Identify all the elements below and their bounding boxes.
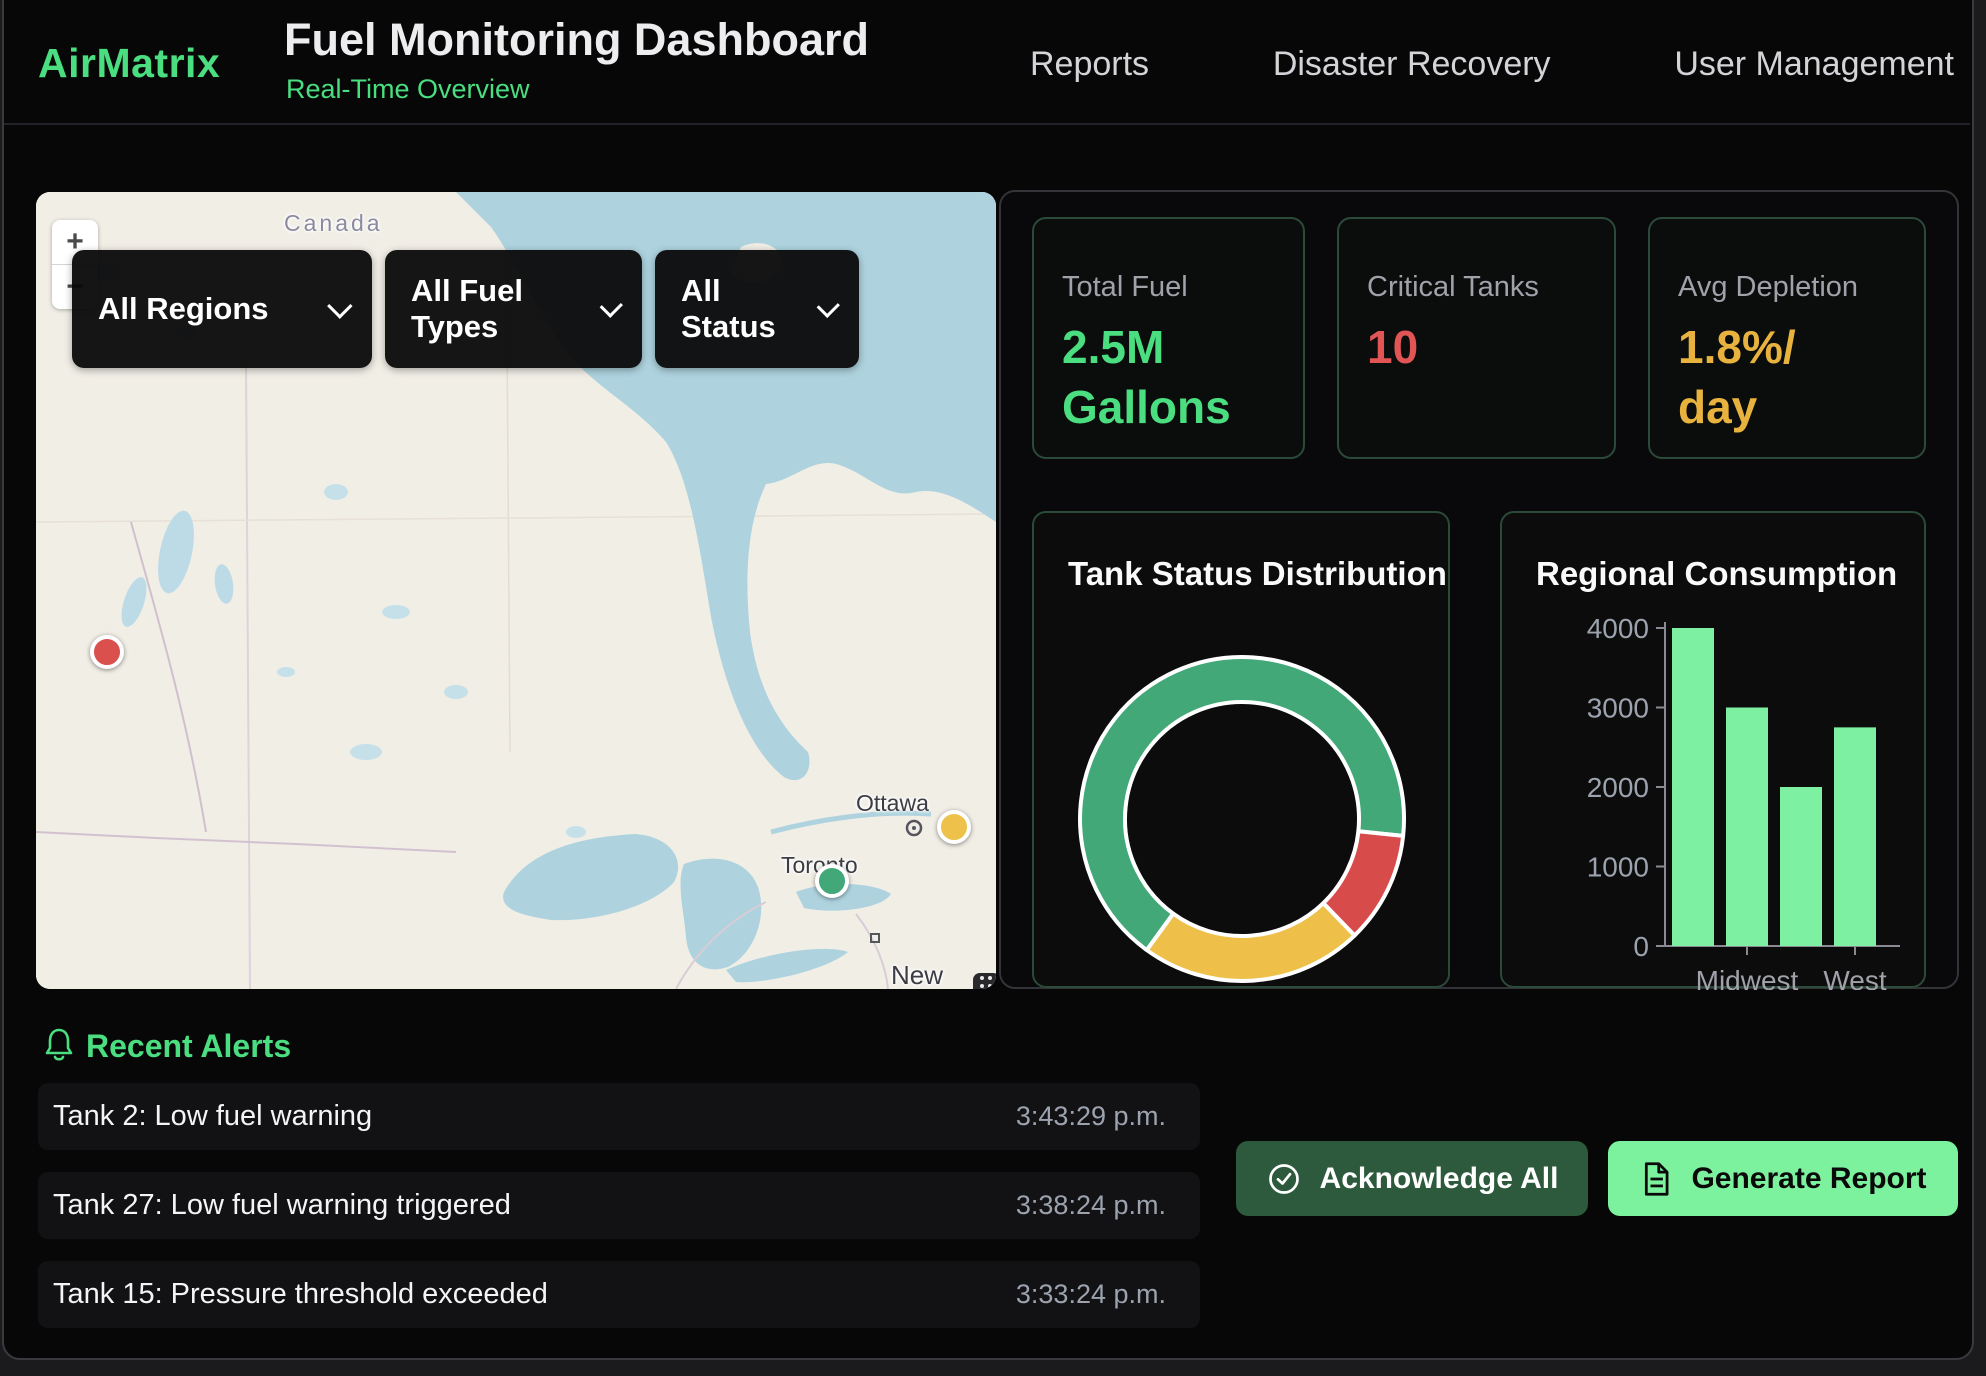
stat-value-total-fuel: 2.5M Gallons [1062,318,1275,438]
bar-series-2 [1780,787,1822,946]
stat-value-avg-depletion: 1.8%/ day [1678,318,1896,438]
nav-item-disaster-recovery[interactable]: Disaster Recovery [1273,45,1551,84]
alert-timestamp: 3:38:24 p.m. [1016,1190,1166,1221]
donut-slice-warning [1147,903,1355,981]
acknowledge-all-button[interactable]: Acknowledge All [1236,1141,1588,1216]
bar-series-0 [1672,628,1714,946]
acknowledge-all-label: Acknowledge All [1320,1162,1559,1196]
nav-item-user-management[interactable]: User Management [1674,45,1954,84]
alert-timestamp: 3:43:29 p.m. [1016,1101,1166,1132]
alert-timestamp: 3:33:24 p.m. [1016,1279,1166,1310]
generate-report-label: Generate Report [1691,1162,1926,1196]
map-canvas[interactable]: Canada Ottawa Toronto New York + − All R… [36,192,996,989]
regional-consumption-bar-chart: 0 1000 2000 3000 4000 Midwest West [1502,513,1928,990]
stat-label: Total Fuel [1062,271,1275,304]
stat-label: Critical Tanks [1367,271,1586,304]
chevron-down-icon [327,293,352,318]
tank-status-chart-card: Tank Status Distribution [1032,511,1450,988]
fuel-type-filter-value: All Fuel Types [411,273,575,345]
alerts-section-title: Recent Alerts [86,1028,291,1065]
map-label-ottawa: Ottawa [856,790,929,817]
x-tick-label: West [1823,965,1886,990]
region-filter-value: All Regions [98,291,269,327]
tank-status-donut-chart [1034,513,1452,990]
document-icon [1639,1161,1673,1197]
alert-message: Tank 15: Pressure threshold exceeded [53,1278,548,1311]
alert-message: Tank 2: Low fuel warning [53,1100,372,1133]
header-divider [4,123,1970,125]
fuel-type-filter-dropdown[interactable]: All Fuel Types [385,250,642,368]
alert-message: Tank 27: Low fuel warning triggered [53,1189,511,1222]
alert-row[interactable]: Tank 15: Pressure threshold exceeded 3:3… [38,1261,1200,1328]
map-filter-bar: All Regions All Fuel Types All Status [72,250,859,368]
stat-card-avg-depletion: Avg Depletion 1.8%/ day [1648,217,1926,459]
chevron-down-icon [817,295,840,318]
page-title: Fuel Monitoring Dashboard [284,14,869,66]
y-tick-label: 3000 [1587,693,1649,724]
page-subtitle: Real-Time Overview [286,74,530,105]
y-tick-label: 1000 [1587,852,1649,883]
map-marker-critical[interactable] [90,635,124,669]
generate-report-button[interactable]: Generate Report [1608,1141,1958,1216]
map-marker-normal[interactable] [815,864,849,898]
alert-row[interactable]: Tank 27: Low fuel warning triggered 3:38… [38,1172,1200,1239]
y-tick-label: 2000 [1587,772,1649,803]
x-tick-label: Midwest [1696,965,1799,990]
app-logo: AirMatrix [38,40,220,87]
status-filter-dropdown[interactable]: All Status [655,250,859,368]
regional-consumption-chart-card: Regional Consumption 01000200030004000Mi… [1500,511,1926,988]
stat-card-total-fuel: Total Fuel 2.5M Gallons [1032,217,1305,459]
nav-item-reports[interactable]: Reports [1030,45,1149,84]
main-nav: Reports Disaster Recovery User Managemen… [1030,45,1954,84]
stat-label: Avg Depletion [1678,271,1896,304]
bell-icon [42,1026,76,1064]
map-label-canada: Canada [284,210,383,237]
check-circle-icon [1266,1161,1302,1197]
stat-value-critical-tanks: 10 [1367,318,1586,378]
bar-West [1834,727,1876,946]
status-filter-value: All Status [681,273,792,345]
alert-row[interactable]: Tank 2: Low fuel warning 3:43:29 p.m. [38,1083,1200,1150]
map-resize-handle[interactable] [973,973,996,989]
y-tick-label: 0 [1633,931,1649,962]
region-filter-dropdown[interactable]: All Regions [72,250,372,368]
map-marker-warning[interactable] [937,810,971,844]
chevron-down-icon [600,295,623,318]
stat-card-critical-tanks: Critical Tanks 10 [1337,217,1616,459]
y-tick-label: 4000 [1587,613,1649,644]
bar-Midwest [1726,708,1768,947]
